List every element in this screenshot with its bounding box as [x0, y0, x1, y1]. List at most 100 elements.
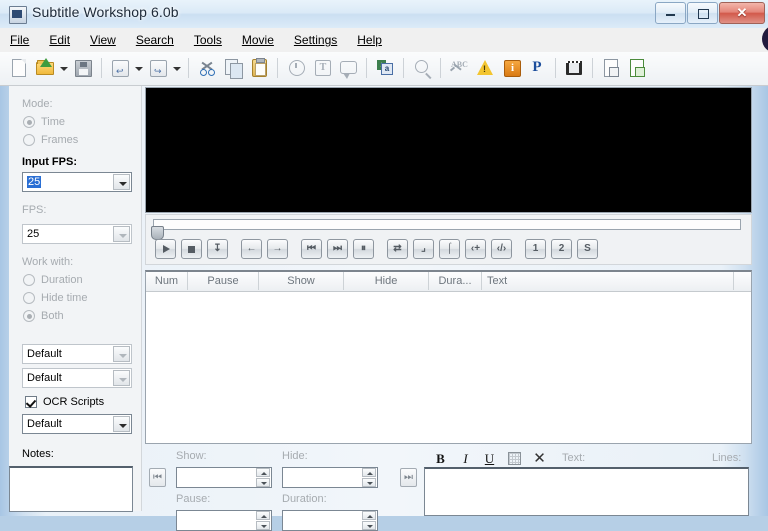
texts-button[interactable]: T — [310, 56, 334, 80]
document-check-button[interactable] — [599, 56, 623, 80]
stop-button[interactable] — [181, 239, 202, 259]
radio-work-duration[interactable] — [23, 274, 35, 286]
column-header-hide[interactable]: Hide — [344, 272, 429, 290]
translator-mode-button[interactable]: ↓a — [373, 56, 397, 80]
column-header-num[interactable]: Num — [146, 272, 188, 290]
underline-button[interactable]: U — [481, 450, 498, 467]
subtitle-list[interactable]: Num Pause Show Hide Dura... Text — [145, 270, 752, 444]
chevron-down-icon[interactable] — [113, 416, 130, 432]
column-header-pause[interactable]: Pause — [188, 272, 259, 290]
pause-input[interactable] — [176, 510, 272, 531]
maximize-button[interactable] — [687, 2, 718, 24]
spell-check-button[interactable]: ABC — [447, 56, 471, 80]
lines-label: Lines: — [712, 452, 742, 464]
open-subtitle-button[interactable] — [33, 56, 57, 80]
save-project-button[interactable]: ↪ — [146, 56, 170, 80]
jump-to-hide-button[interactable]: ⏭ — [400, 468, 417, 487]
load-project-dropdown[interactable] — [133, 56, 145, 80]
hide-time-down-button[interactable] — [362, 478, 376, 487]
clear-formatting-button[interactable]: ✕ — [531, 450, 548, 467]
paste-button[interactable] — [247, 56, 271, 80]
subtitles-button[interactable] — [336, 56, 360, 80]
menu-item-view[interactable]: View — [80, 28, 126, 51]
save-subtitle-button[interactable] — [71, 56, 95, 80]
cut-button[interactable] — [195, 56, 219, 80]
set-show-time-button[interactable]: ⌟ — [413, 239, 434, 259]
video-preview-area[interactable] — [145, 87, 752, 213]
hide-time-up-button[interactable] — [362, 468, 376, 477]
open-subtitle-dropdown[interactable] — [58, 56, 70, 80]
font-color-button[interactable] — [506, 450, 523, 467]
ocr-scripts-combo[interactable]: Default — [22, 414, 132, 434]
radio-mode-time[interactable] — [23, 116, 35, 128]
pascal-script-button[interactable]: P — [525, 56, 549, 80]
column-header-text[interactable]: Text — [482, 272, 734, 290]
menu-item-help[interactable]: Help — [347, 28, 392, 51]
show-time-up-button[interactable] — [256, 468, 270, 477]
information-errors-button[interactable] — [473, 56, 497, 80]
notes-textarea[interactable] — [9, 466, 133, 512]
fps-label: FPS: — [22, 204, 47, 216]
chevron-down-icon[interactable] — [113, 174, 130, 190]
menu-item-settings[interactable]: Settings — [284, 28, 347, 51]
show-time-down-button[interactable] — [256, 478, 270, 487]
load-project-button[interactable]: ↩ — [108, 56, 132, 80]
marker-2-button[interactable]: 2 — [551, 239, 572, 259]
menu-item-file[interactable]: File — [0, 28, 39, 51]
toolbar-separator — [101, 58, 102, 78]
duration-input[interactable] — [282, 510, 378, 531]
rewind-button[interactable]: ← — [241, 239, 262, 259]
format-combo[interactable]: Default — [22, 344, 132, 364]
copy-button[interactable] — [221, 56, 245, 80]
close-button[interactable]: ✕ — [719, 2, 765, 24]
info-button[interactable]: i — [499, 56, 523, 80]
video-preview-button[interactable] — [562, 56, 586, 80]
radio-mode-frames[interactable] — [23, 134, 35, 146]
translator-mode-icon: ↓a — [373, 56, 397, 80]
duration-down-button[interactable] — [362, 521, 376, 530]
previous-subtitle-button[interactable]: ⏮ — [301, 239, 322, 259]
menu-item-movie[interactable]: Movie — [232, 28, 284, 51]
chevron-down-icon[interactable] — [113, 370, 130, 386]
next-subtitle-button[interactable]: ⏭ — [327, 239, 348, 259]
menu-item-search[interactable]: Search — [126, 28, 184, 51]
end-subtitle-button[interactable]: ‹/› — [491, 239, 512, 259]
play-button[interactable] — [155, 239, 176, 259]
search-button[interactable] — [410, 56, 434, 80]
menu-item-edit[interactable]: Edit — [39, 28, 80, 51]
marker-s-button[interactable]: S — [577, 239, 598, 259]
radio-work-both[interactable] — [23, 310, 35, 322]
bold-button[interactable]: B — [432, 450, 449, 467]
document-check-green-button[interactable] — [625, 56, 649, 80]
italic-button[interactable]: I — [457, 450, 474, 467]
pause-down-button[interactable] — [256, 521, 270, 530]
chevron-down-icon[interactable] — [113, 346, 130, 362]
radio-work-hide-time[interactable] — [23, 292, 35, 304]
minimize-button[interactable] — [655, 2, 686, 24]
pause-button[interactable]: ↧ — [207, 239, 228, 259]
forward-button[interactable]: → — [267, 239, 288, 259]
timings-button[interactable] — [284, 56, 308, 80]
start-subtitle-button[interactable]: ‹+ — [465, 239, 486, 259]
column-header-duration[interactable]: Dura... — [429, 272, 482, 290]
hide-time-input[interactable] — [282, 467, 378, 488]
menu-item-tools[interactable]: Tools — [184, 28, 232, 51]
jump-to-show-button[interactable]: ⏮ — [149, 468, 166, 487]
set-hide-time-button[interactable]: ⌠ — [439, 239, 460, 259]
subtitle-text-input[interactable] — [424, 467, 749, 516]
seek-thumb[interactable] — [151, 226, 164, 240]
column-header-show[interactable]: Show — [259, 272, 344, 290]
fps-combo[interactable]: 25 — [22, 224, 132, 244]
video-seek-slider[interactable] — [153, 219, 741, 230]
new-subtitle-button[interactable] — [7, 56, 31, 80]
step-frame-button[interactable]: ⏸ — [353, 239, 374, 259]
save-project-dropdown[interactable] — [171, 56, 183, 80]
input-fps-combo[interactable]: 25 — [22, 172, 132, 192]
ocr-scripts-checkbox[interactable] — [25, 396, 37, 408]
toolbar-separator — [403, 58, 404, 78]
charset-combo[interactable]: Default — [22, 368, 132, 388]
move-subtitle-button[interactable]: ⇄ — [387, 239, 408, 259]
show-time-input[interactable] — [176, 467, 272, 488]
marker-1-button[interactable]: 1 — [525, 239, 546, 259]
chevron-down-icon[interactable] — [113, 226, 130, 242]
